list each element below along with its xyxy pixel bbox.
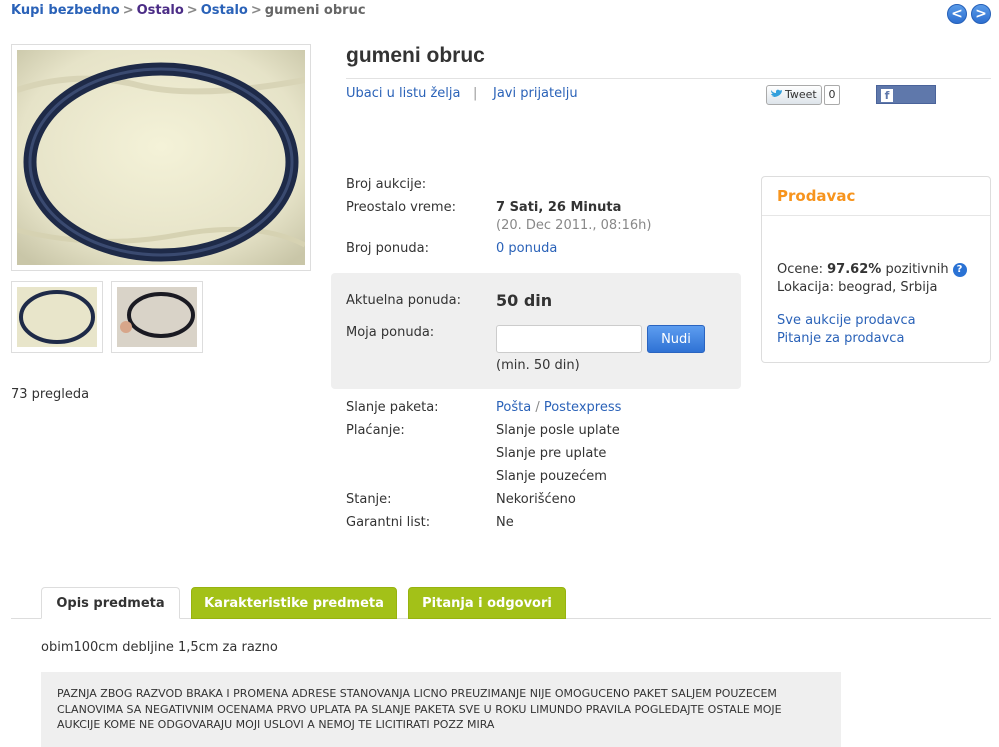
location-value: beograd, Srbija [838, 280, 938, 295]
min-bid-note: (min. 50 din) [496, 358, 580, 373]
bids-count-link[interactable]: 0 ponuda [496, 241, 557, 256]
breadcrumb-separator: > [186, 3, 198, 18]
divider [762, 215, 990, 216]
condition-value: Nekorišćeno [496, 492, 576, 507]
shipping-options: Pošta / Postexpress [496, 400, 621, 415]
rubber-ring-photo [16, 50, 307, 265]
end-date: (20. Dec 2011., 08:16h) [496, 218, 652, 233]
location-label: Lokacija: [777, 280, 834, 295]
twitter-bird-icon [771, 89, 782, 97]
shipping-separator: / [535, 400, 540, 415]
share-label: Share [881, 108, 918, 121]
action-divider: | [473, 86, 478, 101]
help-icon[interactable]: ? [952, 263, 967, 277]
seller-heading: Prodavac [777, 187, 856, 205]
prev-item-button[interactable]: < [947, 4, 967, 24]
bids-label: Broj ponuda: [346, 241, 429, 256]
facebook-share-button[interactable]: f Share [876, 85, 936, 121]
auction-id-label: Broj aukcije: [346, 177, 427, 192]
payment-option: Slanje pre uplate [496, 446, 607, 461]
thumbnail-2[interactable] [111, 281, 203, 353]
shipping-label: Slanje paketa: [346, 400, 439, 415]
time-left-value: 7 Sati, 26 Minuta [496, 200, 622, 215]
tab-characteristics[interactable]: Karakteristike predmeta [191, 587, 397, 619]
tell-friend-link[interactable]: Javi prijatelju [493, 86, 578, 101]
time-left-label: Preostalo vreme: [346, 200, 456, 215]
facebook-icon: f [881, 89, 893, 102]
breadcrumb-separator: > [250, 3, 262, 18]
item-description: obim100cm debljine 1,5cm za razno [41, 640, 278, 655]
thumbnail-1[interactable] [11, 281, 103, 353]
page-title: gumeni obruc [346, 44, 485, 67]
next-item-button[interactable]: > [971, 4, 991, 24]
thumbnail-ring-hand-photo [117, 287, 197, 347]
payment-label: Plaćanje: [346, 423, 405, 438]
breadcrumb-link-kupi-bezbedno[interactable]: Kupi bezbedno [11, 3, 120, 18]
view-count: 73 pregleda [11, 387, 90, 402]
add-to-wishlist-link[interactable]: Ubaci u listu želja [346, 86, 460, 101]
seller-note: PAZNJA ZBOG RAZVOD BRAKA I PROMENA ADRES… [41, 672, 841, 747]
my-bid-label: Moja ponuda: [346, 325, 435, 340]
warranty-value: Ne [496, 515, 514, 530]
tab-description[interactable]: Opis predmeta [41, 587, 180, 619]
breadcrumb-separator: > [122, 3, 134, 18]
payment-option: Slanje pouzećem [496, 469, 607, 484]
breadcrumb-current: gumeni obruc [264, 3, 366, 18]
ask-seller-link[interactable]: Pitanje za prodavca [777, 331, 904, 346]
rating-label: Ocene: [777, 262, 823, 277]
shipping-option-posta[interactable]: Pošta [496, 400, 531, 415]
tab-questions[interactable]: Pitanja i odgovori [408, 587, 566, 619]
tweet-label: Tweet [785, 88, 817, 101]
condition-label: Stanje: [346, 492, 392, 507]
chevron-right-icon: > [975, 6, 987, 22]
divider [346, 78, 991, 79]
rating-suffix: pozitivnih [885, 262, 949, 277]
seller-all-auctions-link[interactable]: Sve aukcije prodavca [777, 313, 916, 328]
place-bid-button[interactable]: Nudi [647, 325, 705, 353]
shipping-option-postexpress[interactable]: Postexpress [544, 400, 622, 415]
bid-amount-input[interactable] [496, 325, 642, 353]
thumbnail-ring-photo [17, 287, 97, 347]
warranty-label: Garantni list: [346, 515, 431, 530]
tweet-count: 0 [824, 85, 840, 105]
breadcrumb-link-ostalo[interactable]: Ostalo [137, 3, 184, 18]
tweet-button[interactable]: Tweet [766, 85, 822, 105]
payment-option: Slanje posle uplate [496, 423, 620, 438]
seller-rating: Ocene: 97.62% pozitivnih? [777, 262, 967, 277]
current-bid-label: Aktuelna ponuda: [346, 293, 461, 308]
breadcrumb: Kupi bezbedno > Ostalo > Ostalo > gumeni obruc [11, 3, 366, 18]
chevron-left-icon: < [951, 6, 963, 22]
breadcrumb-link-ostalo-sub[interactable]: Ostalo [201, 3, 248, 18]
product-main-image[interactable] [11, 44, 311, 271]
seller-location: Lokacija: beograd, Srbija [777, 280, 937, 295]
rating-value: 97.62% [827, 262, 882, 277]
current-bid-value: 50 din [496, 291, 553, 310]
